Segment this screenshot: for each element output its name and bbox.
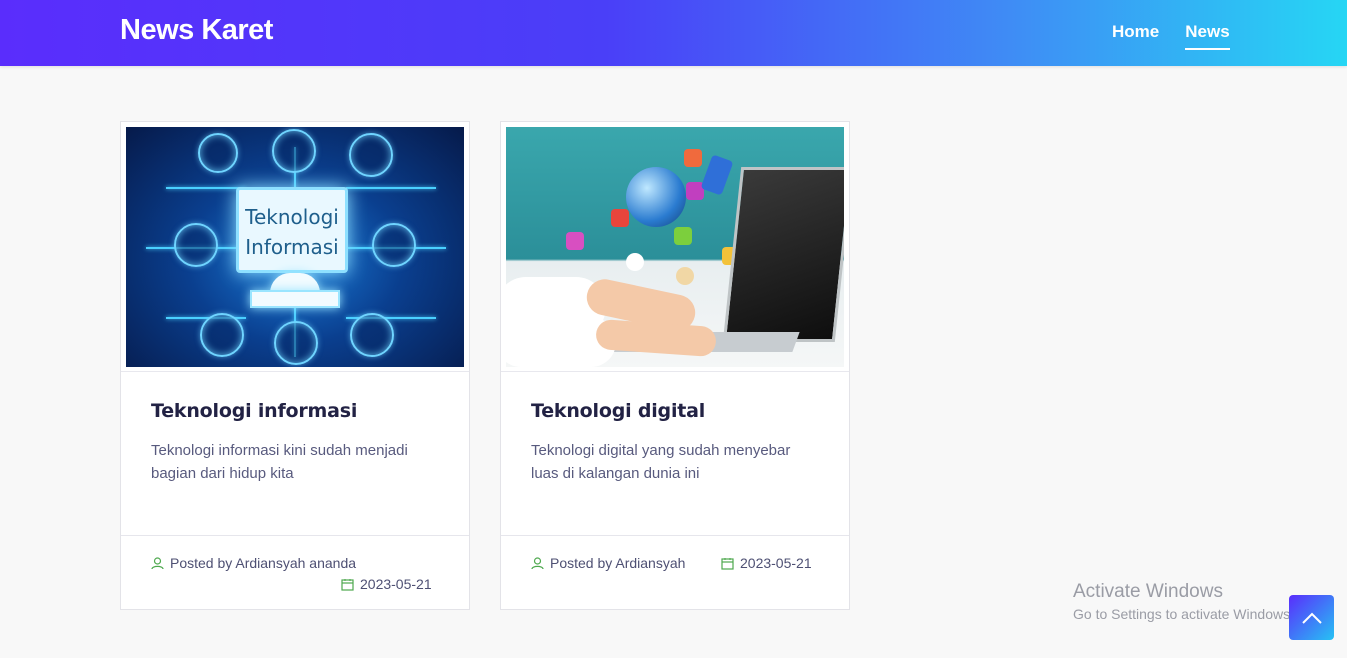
site-header: News Karet Home News xyxy=(0,0,1347,66)
card-author: Posted by Ardiansyah xyxy=(531,555,685,571)
brand-logo[interactable]: News Karet xyxy=(120,14,273,47)
card-author: Posted by Ardiansyah ananda xyxy=(151,555,356,571)
scroll-to-top-button[interactable] xyxy=(1289,595,1334,640)
card-image[interactable]: Teknologi Informasi xyxy=(126,127,464,367)
calendar-icon xyxy=(341,578,354,591)
card-image-frame: Teknologi Informasi xyxy=(121,122,469,372)
user-icon xyxy=(151,556,164,569)
watermark-subtitle: Go to Settings to activate Windows. xyxy=(1073,606,1294,622)
main-nav: Home News xyxy=(1112,22,1231,50)
card-divider xyxy=(121,535,469,536)
nav-home[interactable]: Home xyxy=(1112,22,1159,48)
date-label: 2023-05-21 xyxy=(360,576,432,592)
card-excerpt: Teknologi digital yang sudah menyebar lu… xyxy=(531,442,791,482)
author-label: Posted by Ardiansyah ananda xyxy=(170,555,357,571)
card-image[interactable] xyxy=(506,127,844,367)
news-card: Teknologi digital Teknologi digital yang… xyxy=(500,121,850,610)
watermark-title: Activate Windows xyxy=(1073,581,1223,602)
card-date: 2023-05-21 xyxy=(721,555,812,571)
date-label: 2023-05-21 xyxy=(740,555,812,571)
card-title[interactable]: Teknologi digital xyxy=(531,400,705,422)
card-divider xyxy=(501,535,849,536)
chevron-up-icon xyxy=(1301,612,1322,624)
card-date: 2023-05-21 xyxy=(341,576,432,592)
windows-activation-watermark: Activate Windows Go to Settings to activ… xyxy=(1073,581,1294,622)
image-caption: Teknologi Informasi xyxy=(236,187,348,273)
calendar-icon xyxy=(721,557,734,570)
card-image-frame xyxy=(501,122,849,372)
card-excerpt: Teknologi informasi kini sudah menjadi b… xyxy=(151,442,408,482)
nav-news[interactable]: News xyxy=(1185,22,1231,50)
author-label: Posted by Ardiansyah xyxy=(550,555,686,571)
card-title[interactable]: Teknologi informasi xyxy=(151,400,357,422)
news-card: Teknologi Informasi Teknologi informasi … xyxy=(120,121,470,610)
user-icon xyxy=(531,556,544,569)
